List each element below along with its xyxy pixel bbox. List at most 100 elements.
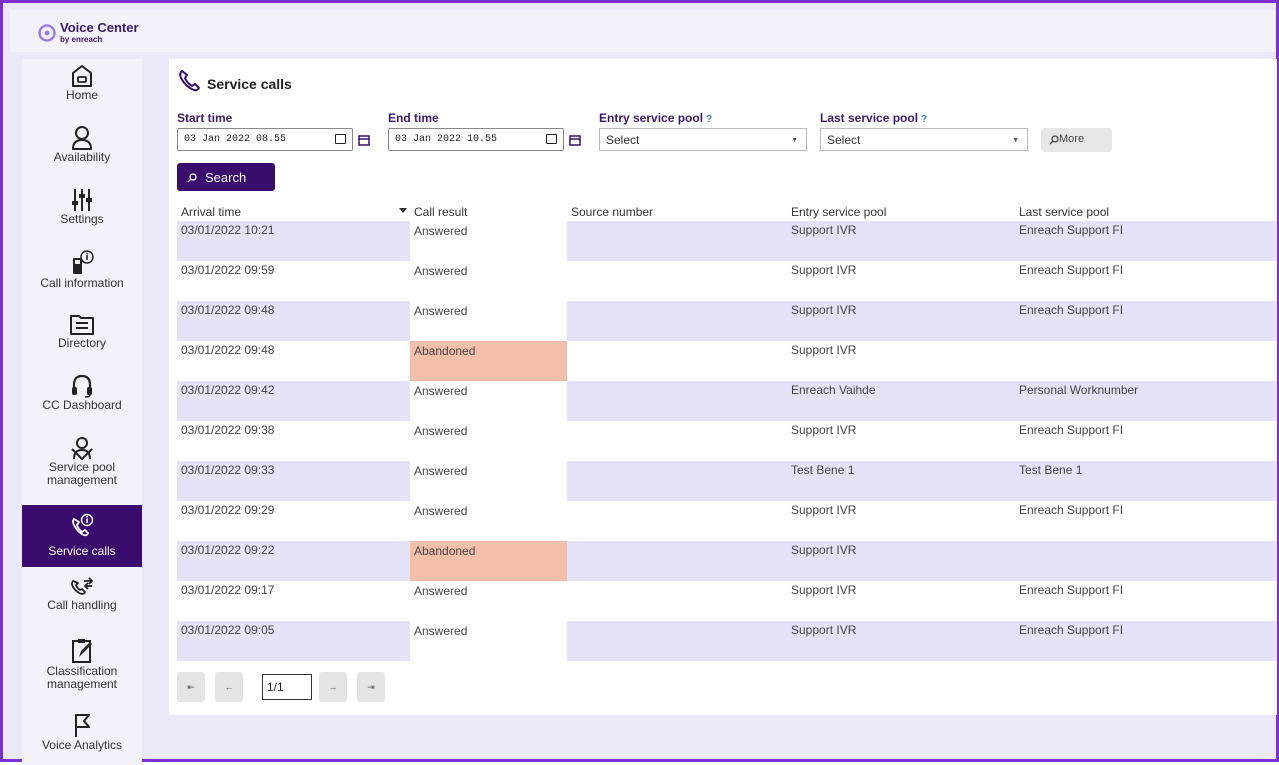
entry-service-pool-cell: Test Bene 1 (791, 463, 855, 477)
column-header-source-number[interactable]: Source number (571, 205, 653, 219)
entry-service-pool-label: Entry service pool? (599, 111, 712, 125)
calendar-icon[interactable] (335, 134, 346, 144)
arrival-time-cell: 03/01/2022 09:59 (181, 263, 275, 277)
entry-service-pool-cell: Support IVR (791, 543, 857, 557)
end-time-input[interactable]: 03 Jan 2022 10.55 (388, 128, 564, 151)
calendar-icon[interactable] (569, 134, 581, 146)
app-logo[interactable]: Voice Center by enreach (60, 21, 139, 44)
chevron-down-icon: ▼ (791, 137, 798, 144)
voice-center-logo-icon (38, 24, 56, 42)
last-service-pool-cell: Enreach Support FI (1019, 303, 1124, 317)
call-result-cell: Abandoned (410, 541, 567, 581)
sidebar-item-voice-analytics[interactable]: Voice Analytics (22, 711, 142, 765)
sidebar-item-call-handling[interactable]: Call handling (22, 575, 142, 633)
call-result-text: Abandoned (414, 544, 476, 558)
clipboard-icon (72, 639, 92, 663)
more-button[interactable]: More (1041, 128, 1112, 152)
entry-service-pool-cell: Support IVR (791, 343, 857, 357)
last-service-pool-cell: Enreach Support FI (1019, 503, 1124, 517)
call-result-cell: Answered (410, 581, 567, 621)
sidebar: Home Availability Settings Call informat… (22, 59, 142, 765)
table-row[interactable]: 03/01/2022 09:05 Answered Support IVR Enrea… (177, 621, 1277, 661)
help-icon[interactable]: ? (706, 114, 712, 125)
call-result-cell: Answered (410, 501, 567, 541)
sidebar-item-cc-dashboard[interactable]: CC Dashboard (22, 373, 142, 431)
arrival-time-cell: 03/01/2022 09:17 (181, 583, 275, 597)
call-result-cell: Answered (410, 221, 567, 261)
column-header-last-service-pool[interactable]: Last service pool (1019, 205, 1109, 219)
table-row[interactable]: 03/01/2022 09:29 Answered Support IVR Enrea… (177, 501, 1277, 541)
table-row[interactable]: 03/01/2022 09:38 Answered Support IVR Enrea… (177, 421, 1277, 461)
sliders-icon (72, 189, 92, 211)
arrival-time-cell: 03/01/2022 09:38 (181, 423, 275, 437)
search-icon (1049, 135, 1059, 145)
sidebar-item-service-pool-management[interactable]: Service pool management (22, 435, 142, 505)
last-service-pool-cell: Test Bene 1 (1019, 463, 1083, 477)
call-result-text: Abandoned (414, 344, 476, 358)
sidebar-item-label: CC Dashboard (42, 398, 122, 412)
entry-service-pool-cell: Support IVR (791, 623, 857, 637)
call-result-text: Answered (414, 304, 468, 318)
previous-page-button[interactable]: ← (215, 672, 243, 702)
phone-info-icon (73, 250, 94, 274)
sort-desc-icon[interactable] (399, 208, 407, 214)
entry-service-pool-select[interactable]: Select ▼ (599, 128, 807, 151)
arrival-time-cell: 03/01/2022 09:22 (181, 543, 275, 557)
call-result-cell: Answered (410, 261, 567, 301)
entry-service-pool-cell: Support IVR (791, 223, 857, 237)
column-header-entry-service-pool[interactable]: Entry service pool (791, 205, 886, 219)
sidebar-item-label: Directory (57, 336, 106, 350)
page-title: Service calls (207, 76, 292, 92)
start-time-input[interactable]: 03 Jan 2022 08.55 (177, 128, 353, 151)
last-service-pool-value: Select (827, 133, 861, 147)
last-page-button[interactable]: ⇥ (357, 672, 385, 702)
search-button[interactable]: Search (177, 163, 275, 191)
call-result-cell: Abandoned (410, 341, 567, 381)
sidebar-item-availability[interactable]: Availability (22, 125, 142, 183)
calendar-icon[interactable] (358, 134, 370, 146)
table-row[interactable]: 03/01/2022 09:48 Answered Support IVR Enrea… (177, 301, 1277, 341)
sidebar-item-directory[interactable]: Directory (22, 311, 142, 369)
first-page-button[interactable]: ⇤ (177, 672, 205, 702)
sidebar-item-service-calls[interactable]: Service calls (22, 505, 142, 567)
column-header-arrival-time[interactable]: Arrival time (181, 205, 241, 219)
sidebar-item-classification-management[interactable]: Classification management (22, 637, 142, 707)
group-icon (71, 437, 93, 461)
last-service-pool-cell: Enreach Support FI (1019, 423, 1124, 437)
phone-icon (179, 70, 200, 92)
call-result-cell: Answered (410, 381, 567, 421)
last-service-pool-select[interactable]: Select ▼ (820, 128, 1028, 151)
table-row[interactable]: 03/01/2022 09:22 Abandoned Support IVR (177, 541, 1277, 581)
folder-icon (70, 315, 94, 335)
table-row[interactable]: 03/01/2022 09:33 Answered Test Bene 1 Test … (177, 461, 1277, 501)
last-service-pool-cell: Enreach Support FI (1019, 623, 1124, 637)
search-icon (187, 173, 197, 183)
entry-service-pool-value: Select (606, 133, 640, 147)
table-row[interactable]: 03/01/2022 09:42 Answered Enreach Vaihde Pe… (177, 381, 1277, 421)
entry-service-pool-cell: Support IVR (791, 423, 857, 437)
help-icon[interactable]: ? (921, 114, 927, 125)
sidebar-item-label: Call handling (47, 598, 117, 612)
person-icon (72, 126, 92, 150)
call-result-text: Answered (414, 224, 468, 238)
sidebar-item-settings[interactable]: Settings (22, 187, 142, 245)
sidebar-item-home[interactable]: Home (22, 63, 142, 121)
next-page-button[interactable]: → (319, 672, 347, 702)
page-input[interactable]: 1/1 (262, 674, 312, 700)
sidebar-item-label: Availability (53, 150, 111, 164)
last-service-pool-label: Last service pool? (820, 111, 927, 125)
entry-service-pool-cell: Support IVR (791, 503, 857, 517)
column-header-call-result[interactable]: Call result (414, 205, 467, 219)
last-service-pool-cell: Personal Worknumber (1019, 383, 1139, 397)
table-row[interactable]: 03/01/2022 09:17 Answered Support IVR Enrea… (177, 581, 1277, 621)
end-time-label: End time (388, 111, 439, 125)
table-row[interactable]: 03/01/2022 10:21 Answered Support IVR Enrea… (177, 221, 1277, 261)
table-row[interactable]: 03/01/2022 09:48 Abandoned Support IVR (177, 341, 1277, 381)
table-row[interactable]: 03/01/2022 09:59 Answered Support IVR Enrea… (177, 261, 1277, 301)
sidebar-item-call-information[interactable]: Call information (22, 249, 142, 307)
call-result-text: Answered (414, 584, 468, 598)
last-service-pool-label-text: Last service pool (820, 111, 919, 125)
start-time-value: 03 Jan 2022 08.55 (184, 134, 287, 145)
top-bar (10, 10, 1275, 52)
calendar-icon[interactable] (546, 134, 557, 144)
